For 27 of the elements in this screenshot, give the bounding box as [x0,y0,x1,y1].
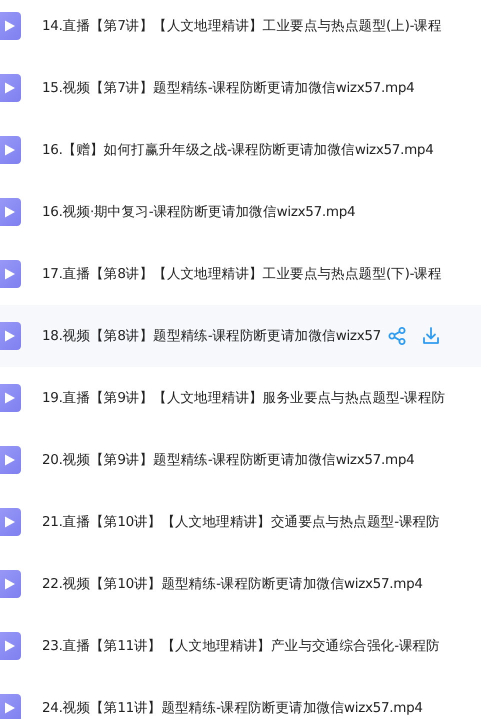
file-row[interactable]: 24.视频【第11讲】题型精练-课程防断更请加微信wizx57.mp4 [0,677,481,719]
file-name: 23.直播【第11讲】【人文地理精讲】产业与交通综合强化-课程防 [42,637,440,655]
file-name: 22.视频【第10讲】题型精练-课程防断更请加微信wizx57.mp4 [42,575,423,593]
file-row[interactable]: 14.直播【第7讲】【人文地理精讲】工业要点与热点题型(上)-课程 [0,0,481,57]
share-icon[interactable] [386,326,407,346]
file-row[interactable]: 17.直播【第8讲】【人文地理精讲】工业要点与热点题型(下)-课程 [0,243,481,305]
video-file-icon [0,322,21,350]
file-name: 16.视频·期中复习-课程防断更请加微信wizx57.mp4 [42,203,356,221]
file-name: 16.【赠】如何打赢升年级之战-课程防断更请加微信wizx57.mp4 [42,141,434,159]
file-name: 20.视频【第9讲】题型精练-课程防断更请加微信wizx57.mp4 [42,451,414,469]
file-name: 15.视频【第7讲】题型精练-课程防断更请加微信wizx57.mp4 [42,79,414,97]
file-row[interactable]: 23.直播【第11讲】【人文地理精讲】产业与交通综合强化-课程防 [0,615,481,677]
file-name: 14.直播【第7讲】【人文地理精讲】工业要点与热点题型(上)-课程 [42,17,442,35]
file-name: 21.直播【第10讲】【人文地理精讲】交通要点与热点题型-课程防 [42,513,440,531]
file-row[interactable]: 16.视频·期中复习-课程防断更请加微信wizx57.mp4 [0,181,481,243]
file-name: 18.视频【第8讲】题型精练-课程防断更请加微信wizx57 [42,327,381,345]
file-row[interactable]: 15.视频【第7讲】题型精练-课程防断更请加微信wizx57.mp4 [0,57,481,119]
file-row[interactable]: 20.视频【第9讲】题型精练-课程防断更请加微信wizx57.mp4 [0,429,481,491]
file-row[interactable]: 22.视频【第10讲】题型精练-课程防断更请加微信wizx57.mp4 [0,553,481,615]
file-row[interactable]: 21.直播【第10讲】【人文地理精讲】交通要点与热点题型-课程防 [0,491,481,553]
download-icon[interactable] [420,326,441,346]
file-name: 19.直播【第9讲】【人文地理精讲】服务业要点与热点题型-课程防 [42,389,446,407]
file-name: 24.视频【第11讲】题型精练-课程防断更请加微信wizx57.mp4 [42,699,423,717]
file-row[interactable]: 16.【赠】如何打赢升年级之战-课程防断更请加微信wizx57.mp4 [0,119,481,181]
file-row[interactable]: 18.视频【第8讲】题型精练-课程防断更请加微信wizx57 [0,305,481,367]
file-name: 17.直播【第8讲】【人文地理精讲】工业要点与热点题型(下)-课程 [42,265,442,283]
file-row[interactable]: 19.直播【第9讲】【人文地理精讲】服务业要点与热点题型-课程防 [0,367,481,429]
